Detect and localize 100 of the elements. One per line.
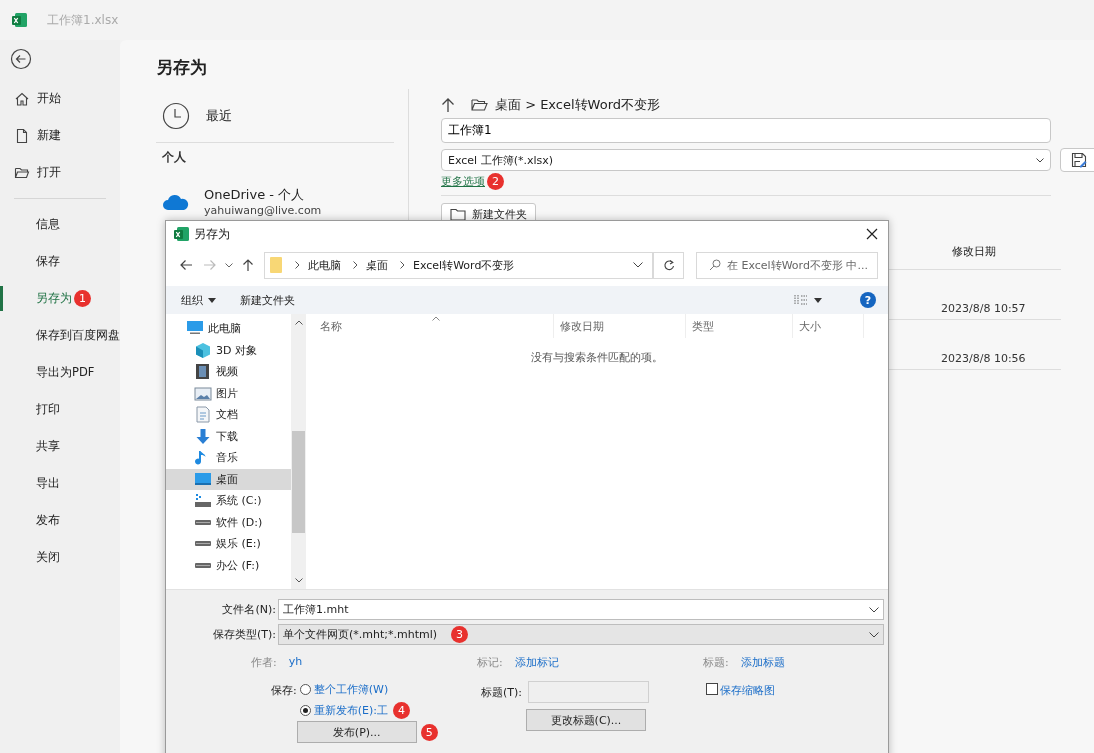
tree-item[interactable]: 桌面 [166,468,291,490]
breadcrumb[interactable]: Excel转Word不变形 [413,257,515,273]
onedrive-location[interactable]: OneDrive - 个人 yahuiwang@live.com [156,176,394,227]
breadcrumb[interactable]: 桌面 [366,257,388,273]
file-type-dropdown[interactable]: 单个文件网页(*.mht;*.mhtml) 3 [278,624,884,645]
tree-item[interactable]: 音乐 [166,447,291,469]
help-button[interactable]: ? [860,292,876,308]
chevron-down-icon [225,262,233,268]
scrollbar[interactable] [291,314,306,589]
publish-button[interactable]: 发布(P)... [296,721,417,743]
column-header[interactable]: 修改日期 [952,244,996,259]
nav-item[interactable]: 信息 [36,217,60,232]
column-header[interactable]: 名称 [306,314,554,338]
organize-button[interactable]: 组织 [181,292,216,308]
empty-message: 没有与搜索条件匹配的项。 [530,350,664,365]
page-title: 另存为 [156,56,208,79]
clock-icon [162,102,190,130]
close-icon [866,228,878,240]
more-options-link[interactable]: 更多选项 [441,173,485,189]
nav-item[interactable]: 关闭 [36,550,60,565]
nav-item[interactable]: 打印 [36,402,60,417]
search-field[interactable]: 在 Excel转Word不变形 中... [696,251,878,279]
file-name: 工作簿1.xlsx [47,11,119,29]
step-badge: 4 [392,701,410,719]
step-badge: 3 [451,626,469,643]
column-header[interactable]: 大小 [793,314,864,338]
radio-button[interactable] [299,683,311,695]
step-badge: 2 [487,172,504,190]
nav-item[interactable]: 保存 [36,254,60,269]
chevron-down-icon [869,606,879,613]
column-header[interactable]: 修改日期 [554,314,686,338]
tree-item[interactable]: 娱乐 (E:) [166,533,291,555]
nav-item[interactable]: 发布 [36,513,60,528]
account-email: yahuiwang@live.com [204,204,322,217]
home-icon [14,90,30,107]
excel-logo-icon [11,12,27,28]
tree-item[interactable]: 此电脑 [166,318,291,340]
date-cell: 2023/8/8 10:57 [941,302,1026,315]
scrollbar-thumb[interactable] [292,431,305,533]
save-label: 保存: [271,683,297,699]
nav-item[interactable]: 开始 [0,80,61,117]
tree-item[interactable]: 软件 (D:) [166,511,291,533]
folder-path[interactable]: 桌面 > Excel转Word不变形 [495,95,660,114]
breadcrumb[interactable]: 此电脑 [308,257,341,273]
excel-logo-icon [173,226,189,242]
drive-icon [194,519,212,525]
nav-item-label: 新建 [37,127,61,144]
save-button[interactable] [1060,148,1094,172]
tree-item[interactable]: 图片 [166,382,291,404]
search-icon [709,259,721,271]
file-name-field[interactable]: 工作簿1.mht [278,599,884,620]
meta-link[interactable]: 添加标题 [740,654,785,670]
file-name-field[interactable]: 工作簿1 [441,118,1051,143]
checkbox-label[interactable]: 保存缩略图 [720,683,775,698]
folder-icon [450,207,466,221]
new-folder-button[interactable]: 新建文件夹 [240,292,295,308]
scroll-down-icon [295,578,303,583]
field-label: 保存类型(T): [212,627,277,642]
meta-link[interactable]: 添加标记 [514,654,559,670]
nav-item[interactable]: 导出 [36,476,60,491]
video-icon [194,363,212,381]
folder-icon [471,97,489,112]
nav-item[interactable]: 共享 [36,439,60,454]
picture-icon [194,384,212,402]
file-type-dropdown[interactable]: Excel 工作簿(*.xlsx) [441,149,1051,171]
meta-link[interactable]: yh [288,654,303,670]
back-icon [10,48,32,70]
field-label: 文件名(N): [221,602,277,617]
view-options-button[interactable] [794,294,822,306]
tree-item[interactable]: 办公 (F:) [166,554,291,576]
tree-item[interactable]: 3D 对象 [166,339,291,361]
radio-label[interactable]: 重新发布(E):工 [313,702,388,718]
field-label: 标题(T): [481,684,522,700]
nav-item[interactable]: 打开 [0,154,61,191]
recent-location[interactable]: 最近 [156,94,394,138]
refresh-button[interactable] [654,251,684,279]
change-title-button[interactable]: 更改标题(C)... [526,709,646,731]
address-bar[interactable]: 此电脑 桌面 Excel转Word不变形 [264,251,654,279]
tree-item[interactable]: 视频 [166,361,291,383]
radio-label[interactable]: 整个工作簿(W) [313,681,389,697]
tree-item[interactable]: 系统 (C:) [166,490,291,512]
tree-item[interactable]: 下载 [166,425,291,447]
sort-caret-icon [432,316,440,321]
up-icon [241,258,255,272]
checkbox[interactable] [706,683,718,695]
chevron-down-icon [1036,157,1044,163]
nav-item[interactable]: 新建 [0,117,61,154]
meta-label: 作者: [251,654,277,670]
date-cell: 2023/8/8 10:56 [941,352,1026,365]
nav-item[interactable]: 另存为 [36,291,72,306]
new-icon [14,127,30,144]
column-header[interactable]: 类型 [686,314,793,338]
nav-item[interactable]: 导出为PDF [36,365,95,380]
forward-icon [203,258,217,272]
tree-item[interactable]: 文档 [166,404,291,426]
title-field[interactable] [528,681,649,703]
radio-button[interactable] [299,704,311,716]
onedrive-name: OneDrive - 个人 [204,186,306,204]
nav-item[interactable]: 保存到百度网盘 [36,328,120,343]
desktop-icon [194,470,212,488]
